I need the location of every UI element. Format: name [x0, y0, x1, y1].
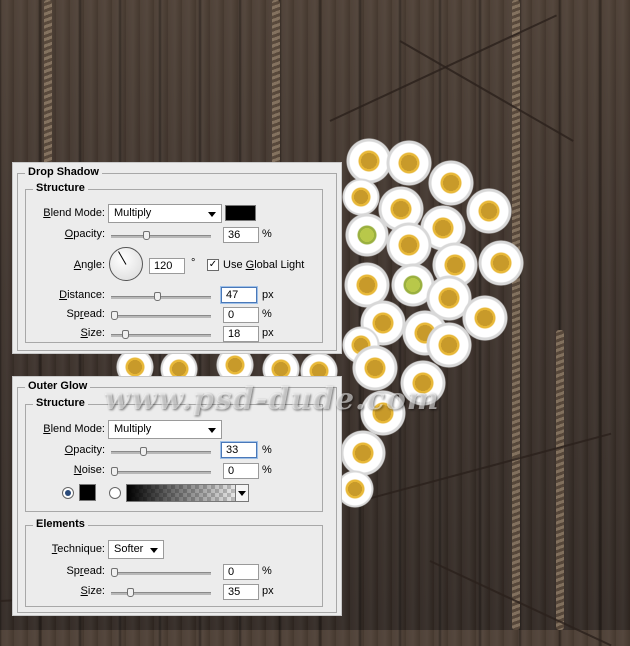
slider-thumb[interactable] — [111, 568, 118, 577]
outer-glow-technique-select[interactable]: Softer — [108, 540, 164, 559]
slider-thumb[interactable] — [111, 467, 118, 476]
drop-shadow-distance-label: Distance: — [59, 289, 105, 301]
outer-glow-blend-mode-select[interactable]: Multiply — [108, 420, 222, 439]
drop-shadow-title: Drop Shadow — [25, 166, 102, 178]
branch — [429, 560, 612, 646]
use-global-light-checkbox[interactable]: ✓ — [207, 259, 219, 271]
outer-glow-spread-slider[interactable] — [111, 568, 211, 577]
outer-glow-noise-label: Noise: — [73, 464, 105, 476]
drop-shadow-angle-label: Angle: — [73, 259, 105, 271]
branch — [399, 40, 574, 142]
px-unit: px — [262, 327, 274, 339]
slider-thumb[interactable] — [127, 588, 134, 597]
outer-glow-size-slider[interactable] — [111, 588, 211, 597]
percent-unit: % — [262, 444, 272, 456]
glow-gradient-radio[interactable] — [109, 487, 121, 499]
drop-shadow-spread-label: Spread: — [66, 308, 105, 320]
watermark-text: www.psd-dude.com — [104, 382, 440, 417]
daisy-flower — [340, 430, 386, 476]
outer-glow-spread-input[interactable]: 0 — [223, 564, 259, 580]
daisy-flower — [344, 212, 390, 258]
daisy-flower — [478, 240, 524, 286]
daisy-flower — [426, 322, 472, 368]
branch — [359, 432, 612, 502]
slider-thumb[interactable] — [111, 311, 118, 320]
drop-shadow-distance-slider[interactable] — [111, 292, 211, 301]
slider-thumb[interactable] — [140, 447, 147, 456]
outer-glow-title: Outer Glow — [25, 380, 91, 392]
drop-shadow-structure-title: Structure — [33, 182, 88, 194]
percent-unit: % — [262, 464, 272, 476]
percent-unit: % — [262, 308, 272, 320]
drop-shadow-size-slider[interactable] — [111, 330, 211, 339]
outer-glow-technique-label: Technique: — [51, 543, 105, 555]
drop-shadow-blend-mode-select[interactable]: Multiply — [108, 204, 222, 223]
outer-glow-size-input[interactable]: 35 — [223, 584, 259, 600]
rope-middle — [272, 0, 280, 175]
chevron-down-icon — [150, 548, 158, 553]
outer-glow-noise-slider[interactable] — [111, 467, 211, 476]
percent-unit: % — [262, 228, 272, 240]
px-unit: px — [262, 289, 274, 301]
outer-glow-opacity-label: Opacity: — [64, 444, 105, 456]
outer-glow-blend-mode-label: Blend Mode: — [43, 423, 105, 435]
rope-far-right — [556, 330, 564, 630]
outer-glow-noise-input[interactable]: 0 — [223, 463, 259, 479]
chevron-down-icon — [208, 212, 216, 217]
chevron-down-icon[interactable] — [235, 485, 248, 501]
px-unit: px — [262, 585, 274, 597]
drop-shadow-size-input[interactable]: 18 — [223, 326, 259, 342]
drop-shadow-size-label: Size: — [80, 327, 105, 339]
glow-color-swatch[interactable] — [79, 484, 96, 501]
slider-thumb[interactable] — [122, 330, 129, 339]
daisy-flower — [342, 178, 380, 216]
percent-unit: % — [262, 565, 272, 577]
drop-shadow-opacity-input[interactable]: 36 — [223, 227, 259, 243]
outer-glow-structure-title: Structure — [33, 397, 88, 409]
drop-shadow-opacity-slider[interactable] — [111, 231, 211, 240]
degree-unit: ° — [191, 257, 196, 269]
branch — [329, 14, 557, 122]
daisy-flower — [428, 160, 474, 206]
use-global-light-label: Use Global Light — [223, 259, 305, 271]
daisy-flower — [466, 188, 512, 234]
slider-thumb[interactable] — [143, 231, 150, 240]
daisy-flower — [386, 222, 432, 268]
glow-gradient-picker[interactable] — [126, 484, 249, 502]
rope-right — [512, 0, 520, 630]
drop-shadow-color-swatch[interactable] — [225, 205, 256, 221]
outer-glow-opacity-input[interactable]: 33 — [221, 442, 257, 458]
outer-glow-size-label: Size: — [80, 585, 105, 597]
drop-shadow-panel: Drop Shadow Structure Blend Mode: Multip… — [12, 162, 342, 354]
drop-shadow-spread-input[interactable]: 0 — [223, 307, 259, 323]
daisy-flower — [386, 140, 432, 186]
glow-color-radio[interactable] — [62, 487, 74, 499]
angle-dial-hand — [118, 251, 127, 265]
outer-glow-elements-title: Elements — [33, 518, 88, 530]
angle-dial[interactable] — [109, 247, 143, 281]
chevron-down-icon — [208, 428, 216, 433]
drop-shadow-distance-input[interactable]: 47 — [221, 287, 257, 303]
drop-shadow-spread-slider[interactable] — [111, 311, 211, 320]
drop-shadow-blend-mode-label: Blend Mode: — [43, 207, 105, 219]
outer-glow-opacity-slider[interactable] — [111, 447, 211, 456]
outer-glow-spread-label: Spread: — [66, 565, 105, 577]
slider-thumb[interactable] — [154, 292, 161, 301]
drop-shadow-opacity-label: Opacity: — [64, 228, 105, 240]
drop-shadow-angle-input[interactable]: 120 — [149, 258, 185, 274]
